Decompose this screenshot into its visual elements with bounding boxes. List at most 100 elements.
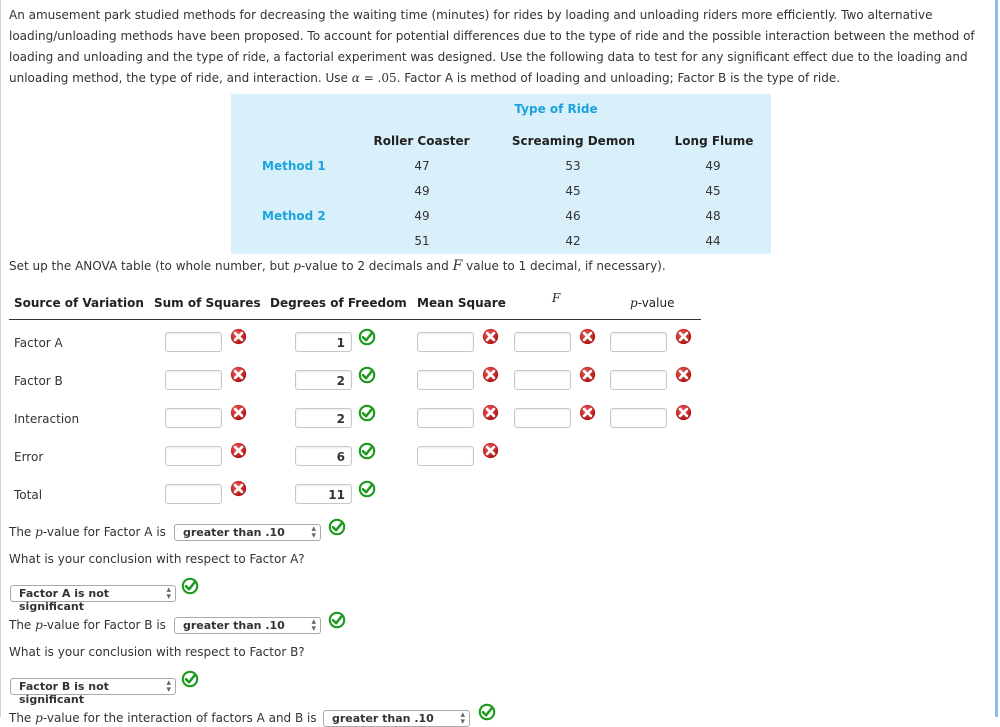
- incorrect-x-icon: [579, 404, 596, 421]
- question-p-factor-b: The p-value for Factor B is: [9, 618, 166, 632]
- incorrect-x-icon: [230, 404, 247, 421]
- q-text: The: [9, 711, 36, 725]
- data-cell: 47: [414, 159, 430, 173]
- correct-check-icon: [181, 577, 199, 595]
- scroll-edge: [995, 0, 998, 717]
- correct-check-icon: [358, 328, 376, 346]
- header-sum-of-squares: Sum of Squares: [154, 296, 261, 310]
- column-header: Roller Coaster: [373, 134, 470, 148]
- conclusion-b-select[interactable]: Factor B is not significant ▴ ▾: [10, 678, 176, 706]
- intro-line: loading/unloading methods have been prop…: [9, 29, 975, 43]
- setup-text: value to 1 decimal, if necessary).: [462, 259, 666, 273]
- select-value: greater than .10: [332, 712, 434, 725]
- row-label-factor-a: Factor A: [14, 336, 63, 350]
- select-arrows-icon: ▴ ▾: [311, 524, 316, 541]
- df-input[interactable]: 1: [295, 332, 352, 352]
- ms-input[interactable]: [417, 332, 474, 352]
- q-text: The: [9, 618, 36, 632]
- correct-check-icon: [328, 611, 346, 629]
- setup-text: Set up the ANOVA table (to whole number,…: [9, 259, 294, 273]
- incorrect-x-icon: [230, 366, 247, 383]
- correct-check-icon: [181, 670, 199, 688]
- alpha-value: = .05: [359, 71, 397, 85]
- correct-check-icon: [328, 518, 346, 536]
- incorrect-x-icon: [482, 328, 499, 345]
- select-value: greater than .10: [183, 619, 285, 632]
- p-factor-b-select[interactable]: greater than .10 ▴ ▾: [174, 617, 321, 634]
- data-cell: 53: [565, 159, 581, 173]
- ss-input[interactable]: [165, 332, 222, 352]
- p-factor-a-select[interactable]: greater than .10 ▴ ▾: [174, 524, 321, 541]
- f-symbol: F: [452, 258, 463, 274]
- header-f: F: [552, 291, 561, 305]
- intro-line: An amusement park studied methods for de…: [9, 8, 933, 22]
- ss-input[interactable]: [165, 484, 222, 504]
- p-input[interactable]: [610, 332, 667, 352]
- q-text: The: [9, 525, 36, 539]
- data-cell: 49: [414, 209, 430, 223]
- ss-input[interactable]: [165, 446, 222, 466]
- df-input[interactable]: 11: [295, 484, 352, 504]
- header-source: Source of Variation: [14, 296, 144, 310]
- select-arrows-icon: ▴ ▾: [166, 678, 171, 695]
- row-label-total: Total: [14, 488, 43, 502]
- data-cell: 45: [705, 184, 721, 198]
- ss-input[interactable]: [165, 370, 222, 390]
- incorrect-x-icon: [230, 328, 247, 345]
- question-conclusion-b: What is your conclusion with respect to …: [9, 645, 305, 659]
- intro-line: loading and unloading and the type of ri…: [9, 50, 968, 64]
- data-cell: 42: [565, 234, 581, 248]
- intro-line: unloading method, the type of ride, and …: [9, 68, 984, 89]
- f-input[interactable]: [514, 370, 571, 390]
- incorrect-x-icon: [675, 328, 692, 345]
- df-input[interactable]: 6: [295, 446, 352, 466]
- select-arrows-icon: ▴ ▾: [311, 617, 316, 634]
- p-symbol: p: [630, 296, 638, 310]
- p-symbol: p: [293, 259, 301, 273]
- ms-input[interactable]: [417, 446, 474, 466]
- incorrect-x-icon: [230, 480, 247, 497]
- data-cell: 45: [565, 184, 581, 198]
- row-label-interaction: Interaction: [14, 412, 80, 426]
- q-text: -value for Factor B is: [42, 618, 166, 632]
- setup-instruction: Set up the ANOVA table (to whole number,…: [9, 258, 666, 274]
- ms-input[interactable]: [417, 408, 474, 428]
- p-symbol: p: [35, 711, 43, 725]
- data-cell: 44: [705, 234, 721, 248]
- df-input[interactable]: 2: [295, 408, 352, 428]
- incorrect-x-icon: [579, 328, 596, 345]
- row-label-method-2: Method 2: [262, 209, 326, 223]
- header-divider: [9, 319, 701, 320]
- p-interaction-select[interactable]: greater than .10 ▴ ▾: [323, 710, 470, 727]
- q-text: -value for Factor A is: [42, 525, 166, 539]
- incorrect-x-icon: [675, 404, 692, 421]
- p-input[interactable]: [610, 408, 667, 428]
- data-cell: 49: [414, 184, 430, 198]
- correct-check-icon: [358, 366, 376, 384]
- correct-check-icon: [358, 404, 376, 422]
- f-input[interactable]: [514, 332, 571, 352]
- data-cell: 51: [414, 234, 430, 248]
- conclusion-a-select[interactable]: Factor A is not significant ▴ ▾: [10, 585, 176, 613]
- select-value: greater than .10: [183, 526, 285, 539]
- column-header: Long Flume: [674, 134, 754, 148]
- f-input[interactable]: [514, 408, 571, 428]
- question-p-interaction: The p-value for the interaction of facto…: [9, 711, 317, 725]
- header-text: -value: [637, 296, 675, 310]
- question-p-factor-a: The p-value for Factor A is: [9, 525, 166, 539]
- ss-input[interactable]: [165, 408, 222, 428]
- data-cell: 48: [705, 209, 721, 223]
- row-label-factor-b: Factor B: [14, 374, 63, 388]
- ms-input[interactable]: [417, 370, 474, 390]
- row-label-error: Error: [14, 450, 44, 464]
- correct-check-icon: [478, 703, 496, 721]
- header-mean-square: Mean Square: [417, 296, 506, 310]
- df-input[interactable]: 2: [295, 370, 352, 390]
- intro-text: . Factor A is method of loading and unlo…: [396, 71, 841, 85]
- p-input[interactable]: [610, 370, 667, 390]
- data-table-title: Type of Ride: [514, 102, 598, 116]
- select-value: Factor A is not significant: [19, 587, 110, 613]
- incorrect-x-icon: [579, 366, 596, 383]
- incorrect-x-icon: [482, 404, 499, 421]
- select-arrows-icon: ▴ ▾: [166, 585, 171, 602]
